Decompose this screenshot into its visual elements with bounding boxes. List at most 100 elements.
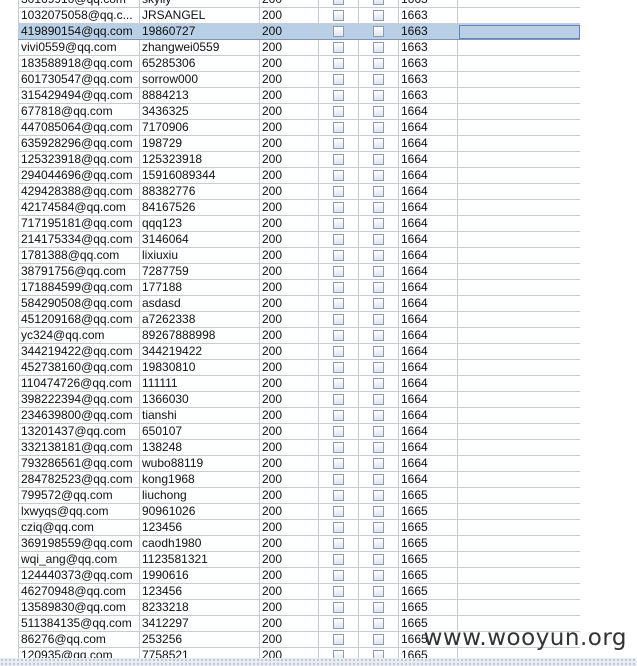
email-cell[interactable]: 284782523@qq.com — [18, 471, 140, 488]
code-cell[interactable]: 1664 — [398, 135, 458, 152]
flag_a-cell[interactable] — [318, 135, 359, 152]
flag_a-checkbox[interactable] — [333, 58, 344, 70]
password-cell[interactable]: 138248 — [139, 439, 260, 456]
extra-cell[interactable] — [457, 167, 581, 184]
flag_b-checkbox[interactable] — [373, 506, 384, 518]
table-row[interactable]: 284782523@qq.com kong1968 200 1664 — [18, 471, 581, 488]
password-cell[interactable]: 253256 — [139, 631, 260, 648]
flag_b-cell[interactable] — [358, 167, 399, 184]
status-cell[interactable]: 200 — [259, 583, 319, 600]
email-cell[interactable]: 42174584@qq.com — [18, 199, 140, 216]
flag_a-checkbox[interactable] — [333, 618, 344, 630]
flag_b-checkbox[interactable] — [373, 458, 384, 470]
flag_a-checkbox[interactable] — [333, 602, 344, 614]
data-table-viewport[interactable]: 30169910@qq.comskyily20016631032075058@q… — [0, 0, 637, 666]
flag_b-checkbox[interactable] — [373, 250, 384, 262]
code-cell[interactable]: 1664 — [398, 359, 458, 376]
flag_a-checkbox[interactable] — [333, 10, 344, 22]
flag_a-checkbox[interactable] — [333, 314, 344, 326]
status-cell[interactable]: 200 — [259, 359, 319, 376]
table-row[interactable]: 13201437@qq.com 650107 200 1664 — [18, 423, 581, 440]
table-row[interactable]: 677818@qq.com 3436325 200 1664 — [18, 103, 581, 120]
code-cell[interactable]: 1664 — [398, 247, 458, 264]
flag_a-checkbox[interactable] — [333, 106, 344, 118]
email-cell[interactable]: wqi_ang@qq.com — [18, 551, 140, 568]
flag_a-cell[interactable] — [318, 487, 359, 504]
email-cell[interactable]: 46270948@qq.com — [18, 583, 140, 600]
table-row[interactable]: 601730547@qq.com sorrow000 200 1663 — [18, 71, 581, 88]
table-row[interactable]: 234639800@qq.com tianshi 200 1664 — [18, 407, 581, 424]
extra-cell[interactable] — [457, 551, 581, 568]
flag_b-checkbox[interactable] — [373, 202, 384, 214]
password-cell[interactable]: skyily — [139, 0, 260, 8]
status-cell[interactable]: 200 — [259, 567, 319, 584]
table-row[interactable]: 42174584@qq.com 84167526 200 1664 — [18, 199, 581, 216]
password-cell[interactable]: sorrow000 — [139, 71, 260, 88]
flag_a-cell[interactable] — [318, 407, 359, 424]
password-cell[interactable]: 1123581321 — [139, 551, 260, 568]
flag_b-cell[interactable] — [358, 71, 399, 88]
email-cell[interactable]: 1032075058@qq.c... — [18, 7, 140, 24]
status-cell[interactable]: 200 — [259, 199, 319, 216]
flag_a-checkbox[interactable] — [333, 346, 344, 358]
flag_b-cell[interactable] — [358, 455, 399, 472]
flag_b-cell[interactable] — [358, 535, 399, 552]
flag_a-checkbox[interactable] — [333, 458, 344, 470]
table-row[interactable]: 38791756@qq.com 7287759 200 1664 — [18, 263, 581, 280]
password-cell[interactable]: 8884213 — [139, 87, 260, 104]
table-row[interactable]: lxwyqs@qq.com 90961026 200 1665 — [18, 503, 581, 520]
flag_a-checkbox[interactable] — [333, 442, 344, 454]
flag_b-cell[interactable] — [358, 551, 399, 568]
table-row[interactable]: 447085064@qq.com 7170906 200 1664 — [18, 119, 581, 136]
password-cell[interactable]: 19830810 — [139, 359, 260, 376]
status-cell[interactable]: 200 — [259, 215, 319, 232]
password-cell[interactable]: lixiuxiu — [139, 247, 260, 264]
email-cell[interactable]: 315429494@qq.com — [18, 87, 140, 104]
flag_b-checkbox[interactable] — [373, 0, 384, 6]
flag_b-checkbox[interactable] — [373, 282, 384, 294]
flag_b-cell[interactable] — [358, 439, 399, 456]
code-cell[interactable]: 1663 — [398, 55, 458, 72]
email-cell[interactable]: 369198559@qq.com — [18, 535, 140, 552]
password-cell[interactable]: 89267888998 — [139, 327, 260, 344]
table-row[interactable]: wqi_ang@qq.com 1123581321 200 1665 — [18, 551, 581, 568]
flag_a-cell[interactable] — [318, 215, 359, 232]
flag_a-checkbox[interactable] — [333, 202, 344, 214]
flag_a-checkbox[interactable] — [333, 410, 344, 422]
status-cell[interactable]: 200 — [259, 327, 319, 344]
extra-cell[interactable] — [457, 39, 581, 56]
flag_a-cell[interactable] — [318, 39, 359, 56]
flag_a-cell[interactable] — [318, 103, 359, 120]
email-cell[interactable]: lxwyqs@qq.com — [18, 503, 140, 520]
password-cell[interactable]: 650107 — [139, 423, 260, 440]
email-cell[interactable]: 584290508@qq.com — [18, 295, 140, 312]
extra-cell[interactable] — [457, 407, 581, 424]
flag_a-checkbox[interactable] — [333, 378, 344, 390]
flag_a-checkbox[interactable] — [333, 74, 344, 86]
flag_b-checkbox[interactable] — [373, 442, 384, 454]
table-row[interactable]: 30169910@qq.comskyily200 1663 — [18, 0, 581, 8]
extra-cell[interactable] — [457, 295, 581, 312]
data-table[interactable]: 30169910@qq.comskyily20016631032075058@q… — [18, 0, 581, 664]
flag_b-checkbox[interactable] — [373, 554, 384, 566]
table-row[interactable]: 419890154@qq.com 19860727 200 1663 — [18, 23, 581, 40]
extra-cell[interactable] — [457, 199, 581, 216]
table-row[interactable]: 451209168@qq.com a7262338 200 1664 — [18, 311, 581, 328]
flag_b-checkbox[interactable] — [373, 522, 384, 534]
code-cell[interactable]: 1665 — [398, 487, 458, 504]
email-cell[interactable]: 429428388@qq.com — [18, 183, 140, 200]
password-cell[interactable]: 123456 — [139, 519, 260, 536]
flag_a-cell[interactable] — [318, 0, 359, 8]
code-cell[interactable]: 1664 — [398, 183, 458, 200]
flag_b-cell[interactable] — [358, 231, 399, 248]
extra-cell[interactable] — [457, 359, 581, 376]
flag_a-checkbox[interactable] — [333, 426, 344, 438]
table-row[interactable]: 1781388@qq.com lixiuxiu 200 1664 — [18, 247, 581, 264]
table-row[interactable]: 452738160@qq.com 19830810 200 1664 — [18, 359, 581, 376]
extra-cell[interactable] — [457, 55, 581, 72]
flag_a-checkbox[interactable] — [333, 554, 344, 566]
flag_a-checkbox[interactable] — [333, 170, 344, 182]
flag_a-checkbox[interactable] — [333, 474, 344, 486]
extra-cell[interactable] — [457, 0, 581, 8]
code-cell[interactable]: 1664 — [398, 327, 458, 344]
